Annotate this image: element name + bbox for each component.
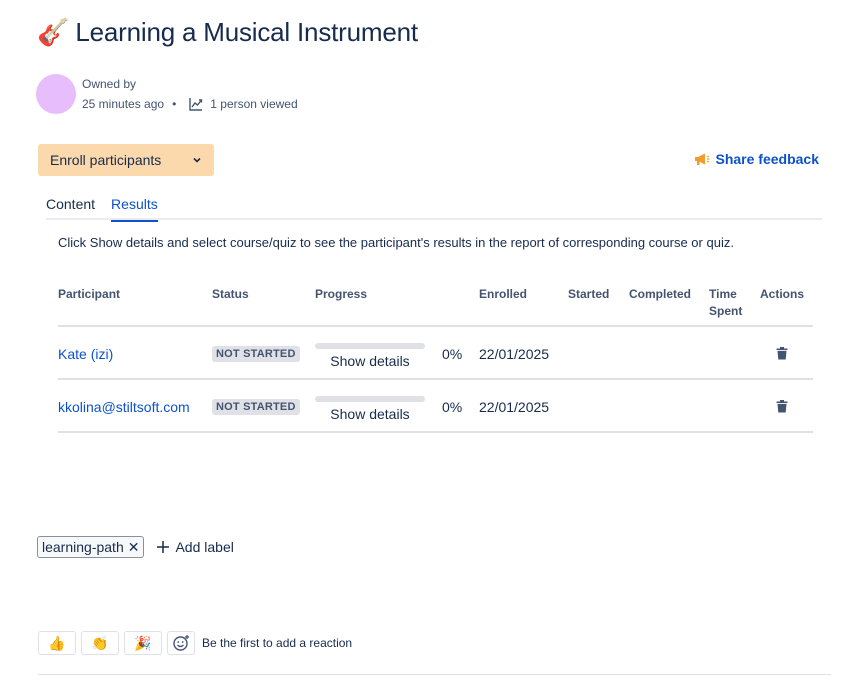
reactions-bar: 👍 👏 🎉 Be the first to add a reaction bbox=[38, 631, 352, 655]
tab-content[interactable]: Content bbox=[46, 196, 95, 220]
views-count[interactable]: 1 person viewed bbox=[210, 94, 297, 114]
enroll-participants-label: Enroll participants bbox=[50, 152, 162, 168]
progress-percent: 0% bbox=[442, 398, 463, 415]
table-header: Participant Status Progress Enrolled Sta… bbox=[58, 283, 813, 327]
trash-icon[interactable] bbox=[776, 400, 788, 413]
label-tag[interactable]: learning-path ✕ bbox=[37, 536, 145, 558]
bottom-divider bbox=[38, 674, 831, 675]
header-time-spent-line2: Spent bbox=[709, 304, 743, 318]
last-updated-time[interactable]: 25 minutes ago bbox=[82, 94, 164, 114]
plus-icon bbox=[157, 541, 170, 553]
party-reaction-button[interactable]: 🎉 bbox=[124, 631, 162, 655]
owner-avatar[interactable] bbox=[36, 74, 76, 114]
add-emoji-icon bbox=[173, 635, 189, 651]
close-icon[interactable]: ✕ bbox=[128, 539, 140, 556]
progress-bar bbox=[315, 343, 425, 349]
labels-section: learning-path ✕ Add label bbox=[37, 536, 234, 558]
tab-bar: Content Results bbox=[46, 196, 822, 222]
add-label-button[interactable]: Add label bbox=[156, 539, 234, 555]
participant-link[interactable]: kkolina@stiltsoft.com bbox=[58, 399, 190, 415]
show-details-button[interactable]: Show details bbox=[315, 353, 425, 369]
table-row: Kate (izi) NOT STARTED Show details 0% 2… bbox=[58, 327, 813, 380]
add-label-text: Add label bbox=[175, 539, 234, 555]
table-row: kkolina@stiltsoft.com NOT STARTED Show d… bbox=[58, 380, 813, 433]
share-feedback-button[interactable]: Share feedback bbox=[693, 151, 820, 167]
megaphone-icon bbox=[694, 153, 709, 165]
enrolled-date: 22/01/2025 bbox=[479, 398, 550, 415]
results-hint-text: Click Show details and select course/qui… bbox=[58, 235, 734, 250]
page-title: Learning a Musical Instrument bbox=[75, 17, 418, 47]
chevron-down-icon bbox=[193, 157, 201, 163]
header-time-spent-line1: Time bbox=[709, 287, 737, 301]
progress-cell: Show details bbox=[315, 343, 425, 369]
progress-bar bbox=[315, 396, 425, 402]
clap-reaction-button[interactable]: 👏 bbox=[81, 631, 119, 655]
guitar-emoji-icon: 🎸 bbox=[37, 17, 70, 47]
status-badge: NOT STARTED bbox=[212, 398, 300, 415]
participant-link[interactable]: Kate (izi) bbox=[58, 346, 113, 362]
progress-cell: Show details bbox=[315, 396, 425, 422]
byline-meta: 25 minutes ago • 1 person viewed bbox=[82, 94, 298, 114]
header-actions: Actions bbox=[760, 287, 805, 301]
header-time-spent: Time Spent bbox=[709, 286, 742, 320]
trash-icon[interactable] bbox=[776, 347, 788, 360]
enroll-participants-button[interactable]: Enroll participants bbox=[38, 144, 214, 176]
header-completed: Completed bbox=[629, 287, 692, 301]
header-started: Started bbox=[568, 287, 610, 301]
header-enrolled: Enrolled bbox=[479, 287, 528, 301]
status-badge: NOT STARTED bbox=[212, 345, 300, 362]
progress-percent: 0% bbox=[442, 345, 463, 362]
analytics-chart-icon bbox=[189, 98, 203, 111]
tab-results[interactable]: Results bbox=[111, 196, 158, 222]
byline-separator: • bbox=[172, 97, 177, 111]
enrolled-date: 22/01/2025 bbox=[479, 345, 550, 362]
show-details-button[interactable]: Show details bbox=[315, 406, 425, 422]
label-tag-text[interactable]: learning-path bbox=[42, 539, 124, 555]
thumbs-up-reaction-button[interactable]: 👍 bbox=[38, 631, 76, 655]
header-participant: Participant bbox=[58, 287, 121, 301]
header-status: Status bbox=[212, 287, 249, 301]
results-table: Participant Status Progress Enrolled Sta… bbox=[58, 283, 813, 433]
page-title-row: 🎸 Learning a Musical Instrument bbox=[37, 15, 418, 49]
header-progress: Progress bbox=[315, 287, 368, 301]
add-reaction-button[interactable] bbox=[167, 631, 195, 655]
share-feedback-label: Share feedback bbox=[715, 151, 820, 167]
byline: Owned by 25 minutes ago • 1 person viewe… bbox=[36, 74, 298, 114]
reaction-prompt: Be the first to add a reaction bbox=[202, 636, 353, 650]
owned-by-label: Owned by bbox=[82, 77, 137, 91]
byline-text: Owned by 25 minutes ago • 1 person viewe… bbox=[82, 74, 298, 114]
